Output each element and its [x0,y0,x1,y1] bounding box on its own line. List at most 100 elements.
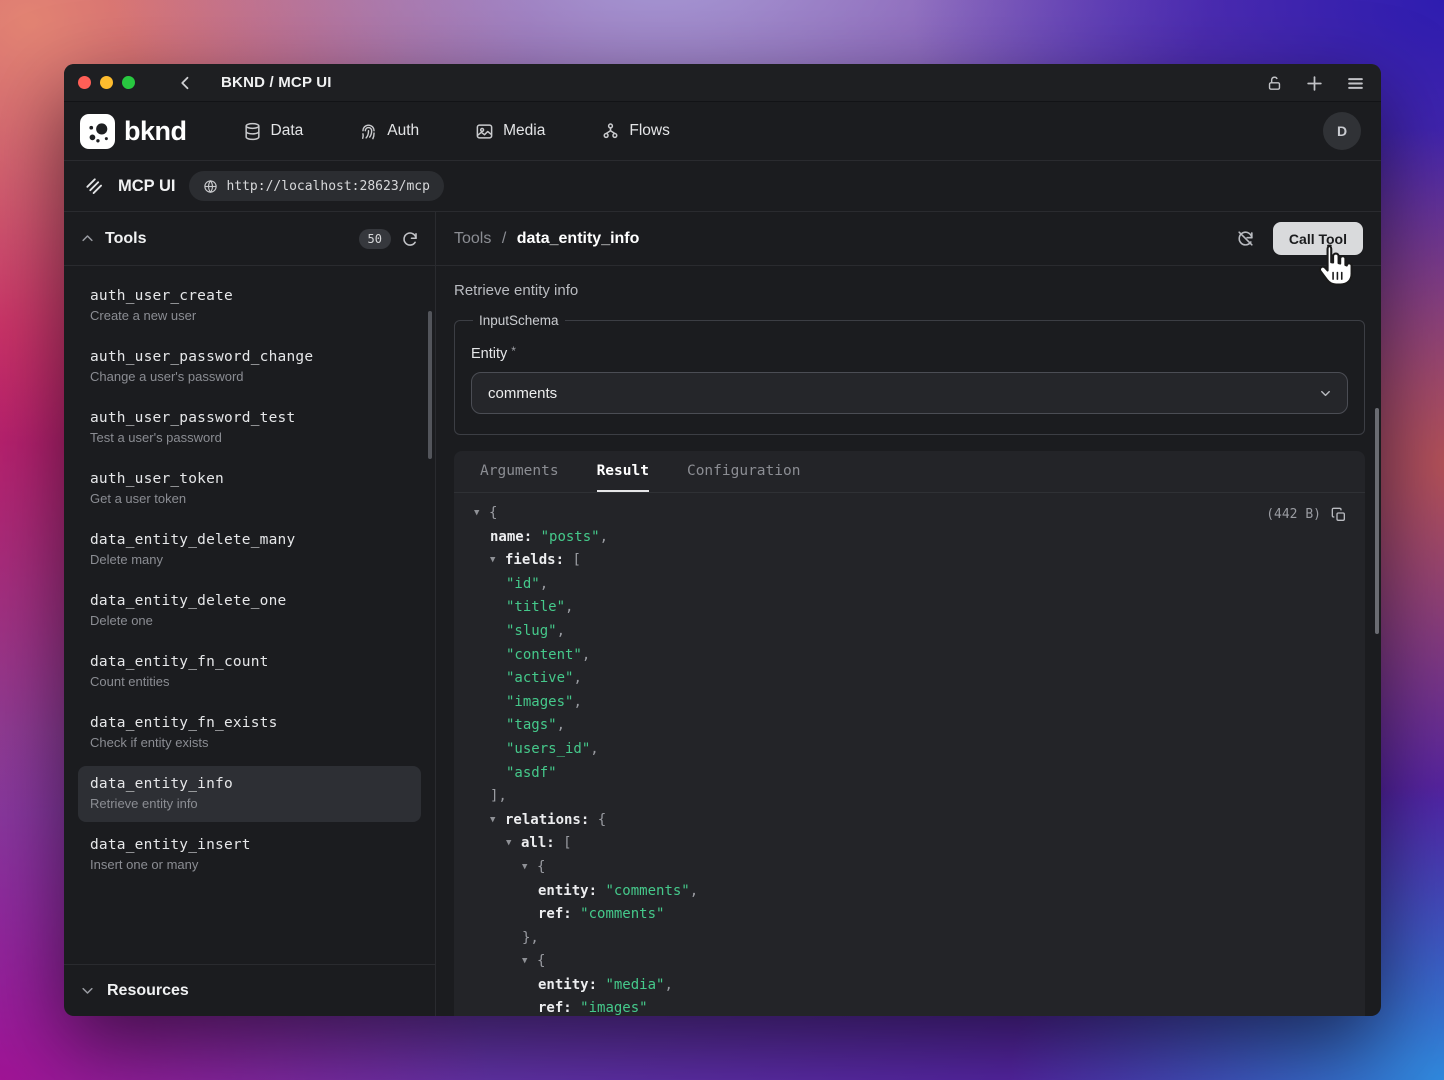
tool-name: auth_user_password_change [90,349,409,365]
image-icon [475,122,494,141]
sidebar-item-auth_user_password_test[interactable]: auth_user_password_test Test a user's pas… [78,400,421,456]
nav-item-label: Media [503,122,545,140]
tool-detail-header: Tools / data_entity_info Call Tool [436,212,1381,266]
nav-item-media[interactable]: Media [475,122,545,141]
breadcrumb-current: data_entity_info [517,230,640,247]
expander-icon[interactable]: ▼ [522,950,537,974]
sidebar-scrollbar[interactable] [428,311,432,459]
json-line: ▼fields: [ [468,549,1345,573]
resources-header-label: Resources [107,982,189,1000]
user-avatar[interactable]: D [1323,112,1361,150]
brand-name: bknd [124,116,187,147]
chevron-up-icon [80,231,95,246]
json-line: "asdf" [468,762,1345,786]
nav-item-flows[interactable]: Flows [601,122,669,141]
globe-icon [203,179,218,194]
menu-button[interactable] [1346,74,1365,93]
breadcrumb-separator: / [502,230,506,247]
refresh-icon [401,230,419,248]
call-tool-button[interactable]: Call Tool [1273,222,1363,255]
back-button[interactable] [177,74,195,92]
expander-icon[interactable]: ▼ [506,832,521,856]
json-line: ref: "images" [468,997,1345,1016]
mcp-url-pill[interactable]: http://localhost:28623/mcp [189,171,444,201]
sidebar-item-data_entity_delete_one[interactable]: data_entity_delete_one Delete one [78,583,421,639]
tool-name: auth_user_create [90,288,409,304]
mcp-url: http://localhost:28623/mcp [226,179,430,194]
mcp-title: MCP UI [118,177,175,196]
expander-icon[interactable]: ▼ [490,809,505,833]
json-line: ], [468,785,1345,809]
traffic-lights [78,76,135,89]
tool-description: Get a user token [90,491,409,506]
auto-refresh-off-button[interactable] [1236,229,1255,248]
sidebar-item-data_entity_info[interactable]: data_entity_infoRetrieve entity info [78,766,421,822]
result-panel: Arguments Result Configuration (442 B) ▼{ n… [454,451,1365,1016]
json-line: ▼{ [468,856,1345,880]
json-line: "title", [468,596,1345,620]
tool-description: Delete many [90,552,409,567]
tool-name: auth_user_password_test [90,410,409,426]
json-line: "images", [468,691,1345,715]
breadcrumb-section[interactable]: Tools [454,230,491,247]
tool-name: data_entity_fn_exists [90,715,409,731]
sidebar-item-auth_user_create[interactable]: auth_user_createCreate a new user [78,278,421,334]
brand-logo[interactable]: bknd [80,114,187,149]
new-tab-button[interactable] [1305,74,1324,93]
sidebar-item-data_entity_fn_exists[interactable]: data_entity_fn_exists Check if entity exi… [78,705,421,761]
required-marker: * [511,344,516,358]
json-line: name: "posts", [468,526,1345,550]
sidebar-item-data_entity_insert[interactable]: data_entity_insertInsert one or many [78,827,421,883]
tools-section-header[interactable]: Tools 50 [64,212,435,266]
json-line: "slug", [468,620,1345,644]
tools-sidebar: Tools 50 auth_user_createCreate a new us… [64,212,436,1016]
sidebar-item-data_entity_fn_count[interactable]: data_entity_fn_countCount entities [78,644,421,700]
copy-icon [1331,507,1347,523]
app-window: BKND / MCP UI bknd Data Auth Media Flows D [64,64,1381,1016]
tool-name: data_entity_insert [90,837,409,853]
nav-item-label: Auth [387,122,419,140]
chevron-down-icon [1318,386,1333,401]
json-line: entity: "comments", [468,880,1345,904]
sidebar-item-auth_user_token[interactable]: auth_user_tokenGet a user token [78,461,421,517]
tool-description: Check if entity exists [90,735,409,750]
json-line: "users_id", [468,738,1345,762]
tool-description: Test a user's password [90,430,409,445]
minimize-window-button[interactable] [100,76,113,89]
refresh-tools-button[interactable] [401,230,419,248]
expander-icon[interactable]: ▼ [522,856,537,880]
plus-icon [1305,74,1324,93]
entity-select[interactable]: comments [471,372,1348,414]
resources-section-header[interactable]: Resources [64,964,435,1016]
json-line: ▼{ [468,950,1345,974]
window-title: BKND / MCP UI [221,74,332,91]
nav-item-auth[interactable]: Auth [359,122,419,141]
lock-open-icon[interactable] [1266,75,1283,92]
tool-description: Delete one [90,613,409,628]
tab-configuration[interactable]: Configuration [687,451,801,492]
main-scrollbar[interactable] [1375,408,1379,634]
json-line: "active", [468,667,1345,691]
breadcrumb: Tools / data_entity_info [454,230,639,248]
zoom-window-button[interactable] [122,76,135,89]
result-size-badge: (442 B) [1266,503,1321,527]
tool-description: Retrieve entity info [454,282,1365,299]
workflow-icon [601,122,620,141]
expander-icon[interactable]: ▼ [474,502,489,526]
tab-result[interactable]: Result [597,451,649,492]
expander-icon[interactable]: ▼ [490,549,505,573]
tools-count-badge: 50 [359,229,391,249]
hamburger-icon [1346,74,1365,93]
tool-list: auth_user_createCreate a new userauth_us… [64,266,435,964]
copy-result-button[interactable] [1331,507,1347,523]
close-window-button[interactable] [78,76,91,89]
sidebar-item-auth_user_password_change[interactable]: auth_user_password_change Change a user's… [78,339,421,395]
tab-arguments[interactable]: Arguments [480,451,559,492]
sidebar-item-data_entity_delete_many[interactable]: data_entity_delete_manyDelete many [78,522,421,578]
nav-item-data[interactable]: Data [243,122,304,141]
tool-description: Change a user's password [90,369,409,384]
tool-name: data_entity_info [90,776,409,792]
tool-name: data_entity_delete_one [90,593,409,609]
database-icon [243,122,262,141]
json-line: entity: "media", [468,974,1345,998]
